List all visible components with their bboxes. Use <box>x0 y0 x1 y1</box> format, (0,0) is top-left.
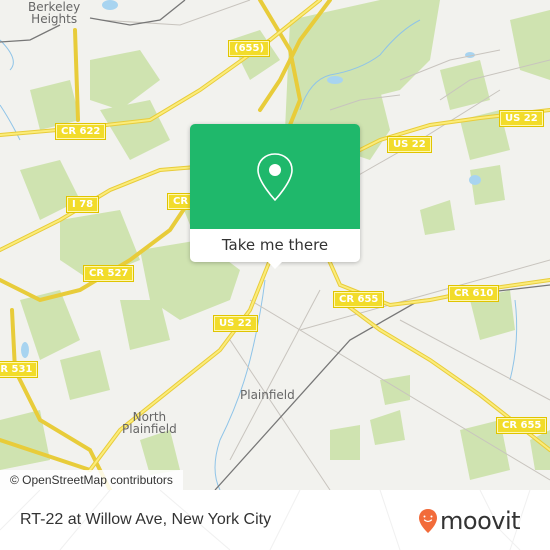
popup-pointer <box>267 261 283 269</box>
map-pin-icon <box>257 153 293 202</box>
road-shield-cr-531: CR 531 <box>0 361 39 378</box>
place-label-line: Heights <box>31 12 78 26</box>
moovit-wordmark: moovit <box>440 507 521 535</box>
moovit-pin-icon <box>419 509 437 533</box>
road-shield-us-22: US 22 <box>213 315 258 332</box>
road-shield-cr-610: CR 610 <box>447 285 500 302</box>
road-shield-cr-527: CR 527 <box>82 265 135 282</box>
location-title: RT-22 at Willow Ave, New York City <box>20 511 272 528</box>
place-label-plainfield: Plainfield <box>240 389 295 401</box>
place-label-north-plainfield: North Plainfield <box>122 411 177 435</box>
take-me-there-label: Take me there <box>221 236 329 254</box>
map-attribution[interactable]: © OpenStreetMap contributors <box>0 470 183 490</box>
place-label-line: Plainfield <box>240 388 295 402</box>
road-shield-us-22: US 22 <box>387 136 432 153</box>
place-label-line: Plainfield <box>122 422 177 436</box>
road-shield-us-22: US 22 <box>499 110 544 127</box>
road-shield-cr-622: CR 622 <box>54 123 107 140</box>
road-shield-cr-655: CR 655 <box>332 291 385 308</box>
location-popup: Take me there <box>190 124 360 269</box>
popup-header <box>190 124 360 229</box>
moovit-logo[interactable]: moovit <box>418 506 521 536</box>
place-label-berkeley-heights: Berkeley Heights <box>28 1 80 25</box>
take-me-there-button[interactable]: Take me there <box>190 229 360 262</box>
road-shield-cr-655: CR 655 <box>495 417 548 434</box>
attribution-text: © OpenStreetMap contributors <box>10 473 173 487</box>
road-shield-i-78: I 78 <box>65 196 100 213</box>
road-shield-655: (655) <box>227 40 271 57</box>
map-view[interactable]: Berkeley Heights Scotch Plains Plainfiel… <box>0 0 550 490</box>
